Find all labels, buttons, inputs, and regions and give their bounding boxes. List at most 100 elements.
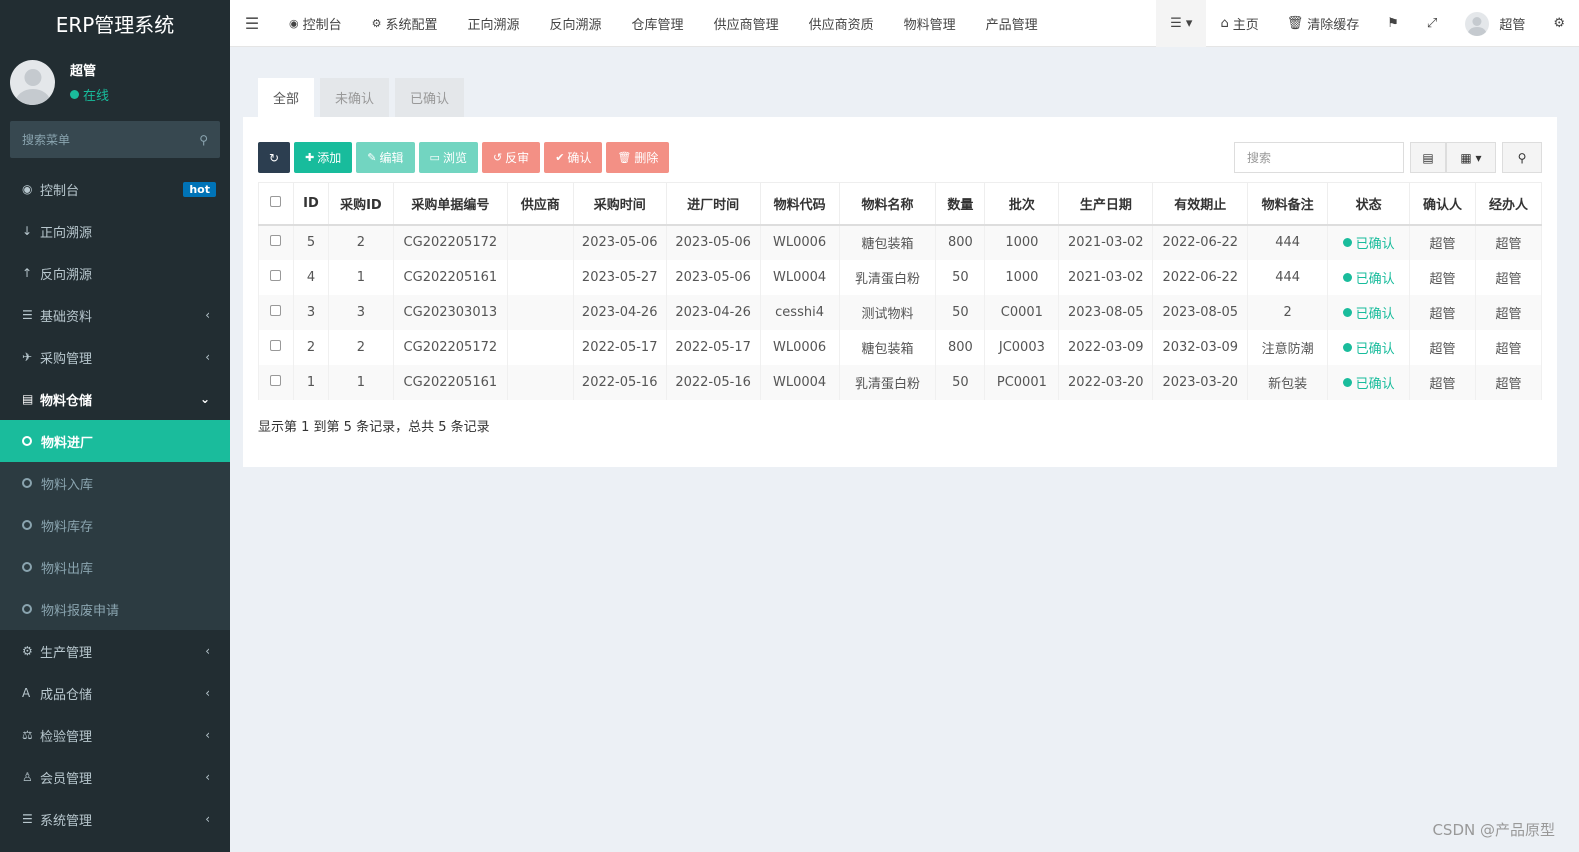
topnav-supplier-qualification[interactable]: 供应商资质 — [794, 0, 889, 47]
table-cell: 2022-05-17 — [665, 329, 761, 365]
delete-button[interactable]: 🗑 删除 — [606, 142, 670, 173]
sidebar-subitem-material-entry[interactable]: 物料进厂 — [0, 420, 230, 462]
browse-button[interactable]: ▭ 浏览 — [418, 142, 478, 173]
sidebar-item-members[interactable]: ♙ 会员管理 ‹ — [0, 756, 230, 798]
sidebar-subitem-material-stock[interactable]: 物料库存 — [0, 504, 230, 546]
column-header[interactable]: 数量 — [935, 182, 986, 226]
app-title[interactable]: ERP管理系统 — [0, 0, 230, 47]
topnav-reverse-trace[interactable]: 反向溯源 — [535, 0, 617, 47]
trash-icon: 🗑 — [617, 151, 632, 164]
sidebar-search-input[interactable]: 搜索菜单 ⚲ — [10, 121, 220, 158]
topnav-material[interactable]: 物料管理 — [889, 0, 971, 47]
plane-icon: ✈ — [22, 350, 33, 364]
edit-button[interactable]: ✎ 编辑 — [356, 142, 415, 173]
select-all-checkbox[interactable] — [258, 182, 294, 226]
column-header[interactable]: 采购单据编号 — [392, 182, 508, 226]
sidebar-item-production[interactable]: ⚙ 生产管理 ‹ — [0, 630, 230, 672]
column-header[interactable]: 物料名称 — [838, 182, 937, 226]
table-cell: CG202303013 — [392, 294, 508, 330]
topnav-system-config[interactable]: ⚙ 系统配置 — [357, 0, 453, 47]
status-dot-icon — [1342, 342, 1352, 352]
clear-cache-button[interactable]: 🗑 清除缓存 — [1273, 0, 1374, 47]
sidebar-toggle-icon[interactable]: ☰ — [230, 14, 274, 33]
column-header[interactable]: 采购时间 — [572, 182, 667, 226]
search-icon[interactable]: ⚲ — [199, 133, 208, 147]
reverse-audit-button[interactable]: ↺ 反审 — [481, 142, 541, 173]
content-panel: 全部 未确认 已确认 ↻ ✚ 添加 ✎ 编辑 ▭ 浏览 ↺ 反审 ✔ 确认 🗑 删除 搜索 … — [243, 62, 1557, 467]
table-cell: 2022-05-16 — [572, 364, 667, 400]
topnav-forward-trace[interactable]: 正向溯源 — [453, 0, 535, 47]
sidebar-subitem-material-outbound[interactable]: 物料出库 — [0, 546, 230, 588]
column-header[interactable]: 确认人 — [1409, 182, 1476, 226]
column-header[interactable]: 进厂时间 — [665, 182, 761, 226]
tab-confirmed[interactable]: 已确认 — [395, 78, 465, 117]
topnav-dashboard[interactable]: ◉ 控制台 — [274, 0, 357, 47]
column-header[interactable]: 批次 — [984, 182, 1060, 226]
sidebar-item-system[interactable]: ☰ 系统管理 ‹ — [0, 798, 230, 840]
add-button[interactable]: ✚ 添加 — [294, 142, 353, 173]
advanced-search-button[interactable]: ⚲ — [1502, 142, 1542, 173]
chevron-left-icon: ‹ — [205, 644, 210, 658]
user-status: 在线 — [70, 85, 109, 104]
columns-dropdown-button[interactable]: ▦ ▾ — [1446, 142, 1496, 173]
gear-icon: ⚙ — [371, 16, 382, 30]
confirm-button[interactable]: ✔ 确认 — [544, 142, 603, 173]
column-header[interactable]: 供应商 — [506, 182, 574, 226]
table-cell: 1000 — [984, 259, 1060, 295]
table-cell: 2 — [327, 224, 394, 260]
table-cell: 2023-08-05 — [1152, 294, 1249, 330]
language-icon[interactable]: ⚑ — [1373, 0, 1413, 47]
sidebar-subitem-material-inbound[interactable]: 物料入库 — [0, 462, 230, 504]
settings-gears-icon[interactable]: ⚙ — [1539, 0, 1579, 47]
column-header[interactable]: 生产日期 — [1058, 182, 1154, 226]
table-cell: 乳清蛋白粉 — [838, 364, 937, 400]
table-row[interactable]: 2 2 CG202205172 2022-05-17 2022-05-17 WL0006 糖… — [258, 329, 1543, 365]
watermark: CSDN @产品原型 — [1432, 821, 1555, 839]
row-checkbox[interactable] — [258, 259, 294, 295]
table-cell: cesshi4 — [759, 294, 840, 330]
sidebar-item-product-storage[interactable]: A 成品仓储 ‹ — [0, 672, 230, 714]
table-cell: 乳清蛋白粉 — [838, 259, 937, 295]
table-row[interactable]: 4 1 CG202205161 2023-05-27 2023-05-06 WL0004 乳… — [258, 259, 1543, 295]
table-row[interactable]: 5 2 CG202205172 2023-05-06 2023-05-06 WL0006 糖… — [258, 224, 1543, 260]
sidebar-subitem-material-scrap[interactable]: 物料报废申请 — [0, 588, 230, 630]
refresh-button[interactable]: ↻ — [258, 142, 291, 173]
column-header[interactable]: ID — [292, 182, 329, 226]
row-checkbox[interactable] — [258, 329, 294, 365]
sidebar-item-material-storage[interactable]: ▤ 物料仓储 ⌄ — [0, 378, 230, 420]
table-search-input[interactable]: 搜索 — [1234, 142, 1404, 173]
sidebar-item-purchase[interactable]: ✈ 采购管理 ‹ — [0, 336, 230, 378]
column-header[interactable]: 有效期止 — [1152, 182, 1249, 226]
table-cell: 2022-03-20 — [1058, 364, 1154, 400]
menu-dropdown-button[interactable]: ☰ ▾ — [1156, 0, 1207, 47]
table-cell: WL0006 — [759, 224, 840, 260]
table-row[interactable]: 3 3 CG202303013 2023-04-26 2023-04-26 cesshi4… — [258, 294, 1543, 330]
table-cell: 2023-05-06 — [665, 259, 761, 295]
column-header[interactable]: 状态 — [1327, 182, 1411, 226]
topnav-product[interactable]: 产品管理 — [971, 0, 1053, 47]
toggle-view-button[interactable]: ▤ — [1410, 142, 1446, 173]
column-header[interactable]: 经办人 — [1474, 182, 1543, 226]
fullscreen-icon[interactable]: ⤢ — [1413, 0, 1451, 47]
tab-all[interactable]: 全部 — [258, 78, 315, 117]
column-header[interactable]: 物料代码 — [759, 182, 840, 226]
sidebar-item-inspection[interactable]: ⚖ 检验管理 ‹ — [0, 714, 230, 756]
table-row[interactable]: 1 1 CG202205161 2022-05-16 2022-05-16 WL0004 乳… — [258, 364, 1543, 400]
sidebar-item-basic-data[interactable]: ☰ 基础资料 ‹ — [0, 294, 230, 336]
row-checkbox[interactable] — [258, 364, 294, 400]
sidebar-item-dashboard[interactable]: ◉ 控制台 hot — [0, 168, 230, 210]
topnav-warehouse[interactable]: 仓库管理 — [617, 0, 699, 47]
tab-unconfirmed[interactable]: 未确认 — [320, 78, 390, 117]
row-checkbox[interactable] — [258, 294, 294, 330]
column-header[interactable]: 采购ID — [327, 182, 394, 226]
user-menu[interactable]: 超管 — [1451, 0, 1539, 47]
balance-icon: ⚖ — [22, 728, 33, 742]
topnav-supplier[interactable]: 供应商管理 — [699, 0, 794, 47]
column-header[interactable]: 物料备注 — [1247, 182, 1329, 226]
row-checkbox[interactable] — [258, 224, 294, 260]
status-dot-icon — [1342, 272, 1352, 282]
sidebar-item-forward-trace[interactable]: ↓ 正向溯源 — [0, 210, 230, 252]
home-link[interactable]: ⌂ 主页 — [1206, 0, 1272, 47]
table-cell: 1000 — [984, 224, 1060, 260]
sidebar-item-reverse-trace[interactable]: ↑ 反向溯源 — [0, 252, 230, 294]
